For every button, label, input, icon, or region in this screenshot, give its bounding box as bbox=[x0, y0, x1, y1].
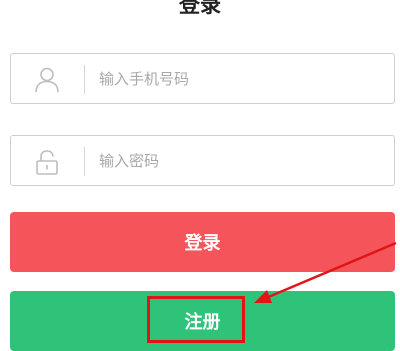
user-icon bbox=[33, 66, 61, 94]
page-title: 登录 bbox=[179, 0, 221, 17]
phone-field[interactable] bbox=[10, 53, 395, 104]
phone-input[interactable] bbox=[99, 54, 379, 103]
password-field[interactable] bbox=[10, 135, 395, 186]
password-input[interactable] bbox=[99, 136, 379, 185]
lock-icon bbox=[33, 148, 61, 176]
register-button[interactable]: 注册 bbox=[10, 291, 395, 351]
field-divider bbox=[84, 65, 85, 94]
field-divider bbox=[84, 147, 85, 176]
login-button[interactable]: 登录 bbox=[10, 212, 395, 272]
